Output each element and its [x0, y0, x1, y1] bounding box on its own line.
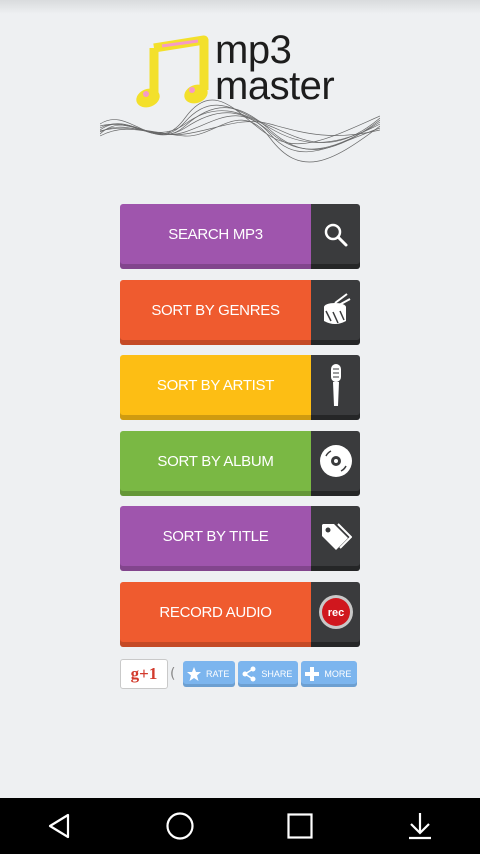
google-plus-label: g+1 [130, 664, 158, 683]
logo-text-line1: mp3 [215, 28, 292, 72]
more-label: MORE [324, 669, 352, 679]
menu-button-label: SEARCH MP3 [120, 204, 311, 269]
download-icon[interactable] [390, 798, 450, 854]
logo-text: mp3 master [215, 28, 335, 106]
rate-label: RATE [206, 669, 230, 679]
drum-icon [311, 279, 360, 345]
system-nav-bar [0, 798, 480, 854]
status-bar-shade [0, 0, 480, 14]
share-label: SHARE [261, 669, 293, 679]
search-mp3-button[interactable]: SEARCH MP3 [120, 204, 360, 274]
tag-icon [311, 506, 360, 571]
share-button[interactable]: SHARE [238, 661, 299, 687]
app-logo: mp3 master [100, 30, 380, 170]
share-icon [242, 666, 256, 682]
rate-button[interactable]: RATE [183, 661, 236, 687]
rec-icon: rec [311, 581, 360, 647]
more-button[interactable]: MORE [301, 661, 358, 687]
sort-by-genres-button[interactable]: SORT BY GENRES [120, 279, 360, 350]
google-plus-count: ( [170, 666, 176, 682]
menu-button-label: SORT BY ARTIST [120, 355, 311, 420]
microphone-icon [311, 355, 360, 420]
back-icon[interactable] [30, 798, 90, 854]
record-audio-button[interactable]: RECORD AUDIO rec [120, 581, 360, 652]
sort-by-artist-button[interactable]: SORT BY ARTIST [120, 355, 360, 425]
menu-button-label: SORT BY ALBUM [120, 430, 311, 496]
recents-icon[interactable] [270, 798, 330, 854]
menu-button-label: RECORD AUDIO [120, 581, 311, 647]
sort-by-album-button[interactable]: SORT BY ALBUM [120, 430, 360, 501]
main-menu: SEARCH MP3 SORT BY GENRES SORT BY ARTIST [120, 204, 360, 657]
sound-wave-graphic [100, 99, 380, 163]
disc-icon [311, 430, 360, 496]
star-icon [187, 667, 201, 681]
plus-icon [305, 667, 320, 681]
social-row: g+1 ( RATE SHARE MORE [120, 658, 358, 690]
sort-by-title-button[interactable]: SORT BY TITLE [120, 506, 360, 576]
menu-button-label: SORT BY GENRES [120, 279, 311, 345]
home-icon[interactable] [150, 798, 210, 854]
google-plus-button[interactable]: g+1 [120, 659, 168, 689]
menu-button-label: SORT BY TITLE [120, 506, 311, 571]
search-icon [311, 204, 360, 269]
rec-badge-text: rec [327, 607, 344, 619]
